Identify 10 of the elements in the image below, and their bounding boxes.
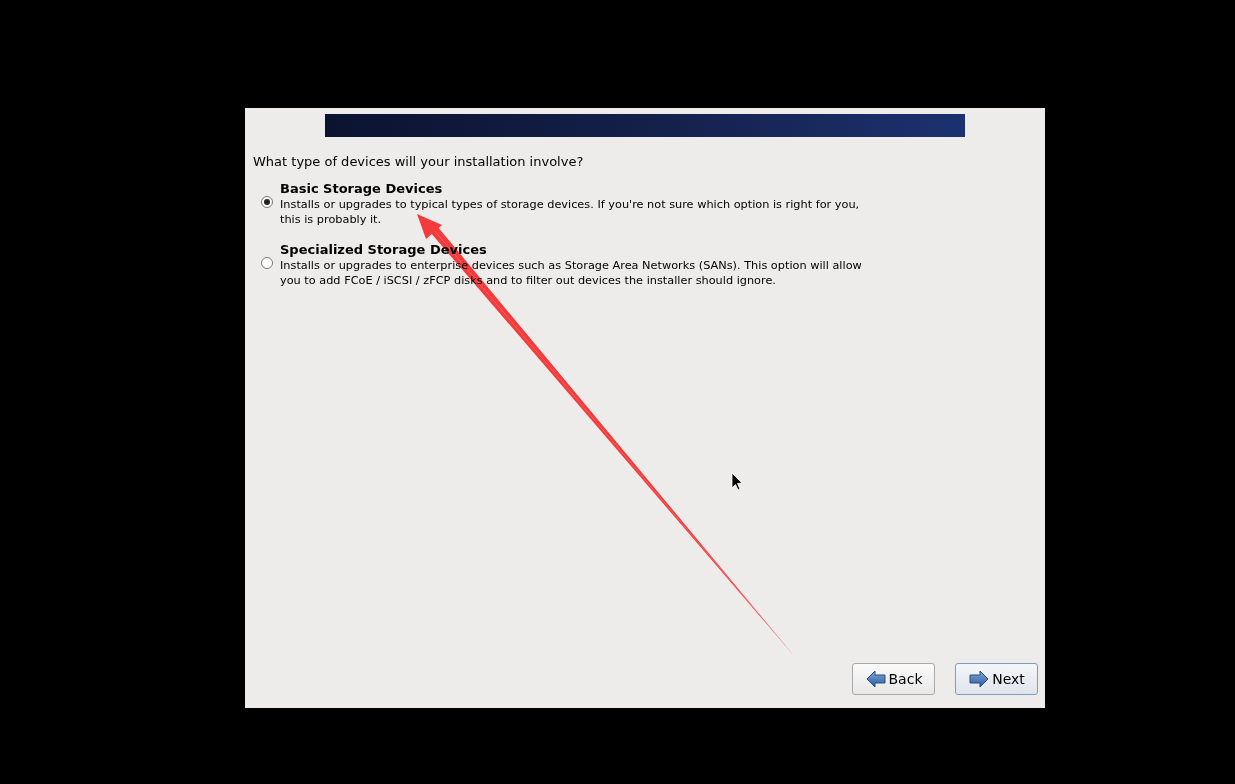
right-arrow-icon [968, 669, 991, 689]
left-arrow-icon [864, 669, 887, 689]
question-text: What type of devices will your installation involve? [253, 153, 585, 171]
back-button[interactable]: Back [852, 663, 935, 695]
radio-button[interactable] [261, 195, 273, 208]
option-title: Basic Storage Devices [280, 180, 444, 197]
next-button[interactable]: Next [955, 663, 1038, 695]
radio-button[interactable] [261, 256, 273, 269]
mouse-pointer-icon [731, 472, 743, 491]
option-description: Installs or upgrades to typical types of storage devices. If you're not sure which option is right for you, this is probably it. [280, 196, 861, 227]
